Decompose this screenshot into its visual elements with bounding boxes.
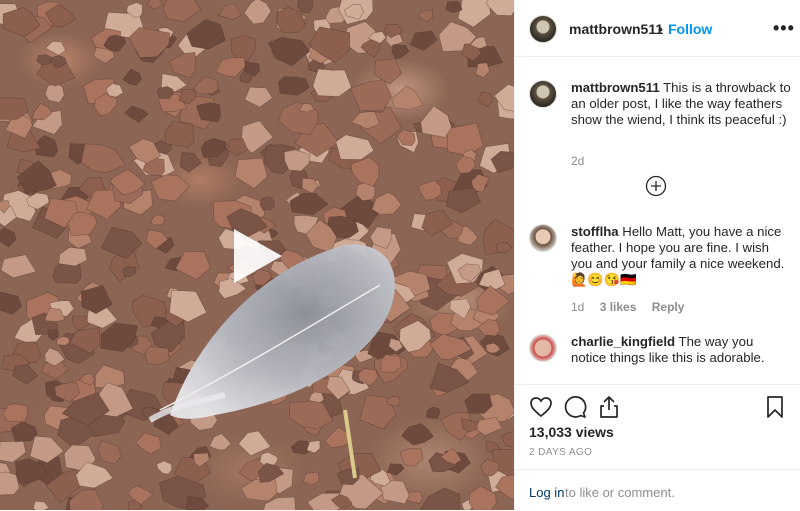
caption-text-block: mattbrown511 This is a throwback to an o… — [571, 80, 791, 128]
play-icon — [234, 229, 282, 283]
post-date[interactable]: 2 DAYS AGO — [529, 447, 592, 458]
avatar[interactable] — [529, 334, 557, 362]
comment-username[interactable]: charlie_kingfield — [571, 334, 675, 349]
bookmark-icon — [767, 396, 783, 418]
comments-list[interactable]: mattbrown511 This is a throwback to an o… — [515, 58, 800, 383]
play-button[interactable] — [226, 225, 288, 287]
action-bar: 13,033 views 2 DAYS AGO Log in to like o… — [515, 384, 800, 510]
avatar[interactable] — [529, 80, 557, 108]
instagram-post: mattbrown511 • Follow ••• mattbrown511 T… — [0, 0, 800, 510]
save-button[interactable] — [763, 395, 787, 419]
comment-meta: 1d 3 likes Reply — [571, 300, 696, 314]
post-video[interactable] — [0, 0, 514, 510]
login-prompt: Log in to like or comment. — [515, 469, 800, 511]
follow-button[interactable]: Follow — [668, 21, 712, 37]
caption-username[interactable]: mattbrown511 — [571, 80, 660, 95]
share-icon — [600, 396, 618, 418]
plus-circle-icon — [645, 175, 667, 197]
comment-icon — [564, 396, 587, 418]
post-header: mattbrown511 • Follow ••• — [515, 0, 800, 57]
avatar[interactable] — [529, 224, 557, 252]
separator-dot: • — [658, 21, 663, 37]
comment-username[interactable]: stofflha — [571, 224, 619, 239]
view-count[interactable]: 13,033 views — [529, 424, 614, 440]
login-prompt-text: to like or comment. — [565, 485, 675, 500]
load-more-comments-button[interactable] — [645, 175, 667, 197]
caption-age[interactable]: 2d — [571, 154, 584, 168]
login-link[interactable]: Log in — [529, 485, 564, 500]
comment-text-block: charlie_kingfield The way you notice thi… — [571, 334, 791, 366]
author-username[interactable]: mattbrown511 — [569, 21, 663, 37]
more-options-button[interactable]: ••• — [773, 18, 795, 39]
comment-button[interactable] — [563, 395, 587, 419]
caption-meta: 2d — [571, 154, 596, 168]
heart-icon — [530, 397, 552, 418]
comment-text-block: stofflha Hello Matt, you have a nice fea… — [571, 224, 791, 288]
post-sidebar: mattbrown511 • Follow ••• mattbrown511 T… — [514, 0, 800, 510]
share-button[interactable] — [597, 395, 621, 419]
like-button[interactable] — [529, 395, 553, 419]
comment-age[interactable]: 1d — [571, 300, 584, 314]
avatar[interactable] — [529, 15, 557, 43]
comment-likes[interactable]: 3 likes — [600, 300, 637, 314]
reply-button[interactable]: Reply — [652, 300, 685, 314]
